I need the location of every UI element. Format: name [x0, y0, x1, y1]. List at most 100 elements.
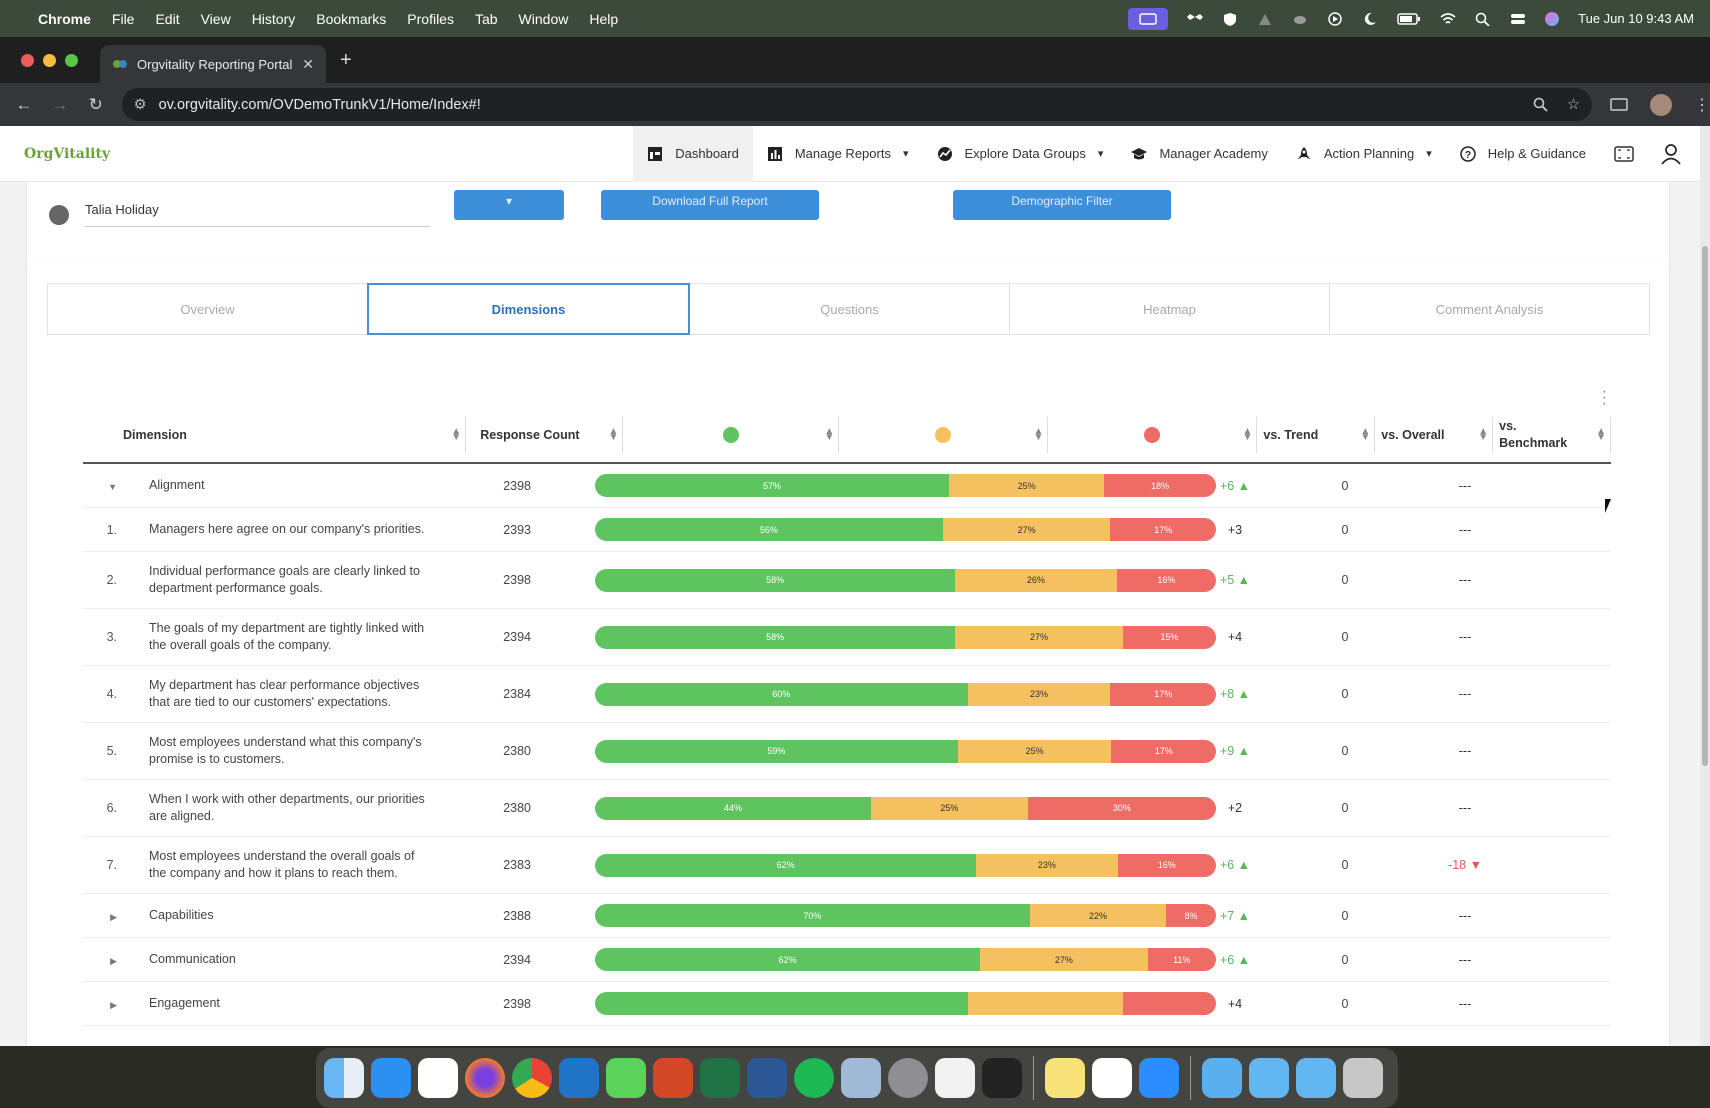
caret-down-icon[interactable]: ▼ [108, 482, 117, 492]
sort-icon[interactable]: ▲ ▼ [451, 427, 461, 443]
header-vs-benchmark[interactable]: vs. Benchmark ▲ ▼ [1493, 417, 1611, 453]
nav-explore-data-groups[interactable]: Explore Data Groups ▾ [923, 126, 1118, 182]
caret-right-icon[interactable]: ▶ [110, 1000, 117, 1010]
messages-icon[interactable] [606, 1058, 646, 1098]
dimension-group-row[interactable]: ▶ Capabilities 2388 70% 22% 8% +7 ▲ 0 --… [83, 894, 1611, 938]
spotlight-search-icon[interactable] [1475, 12, 1491, 26]
dropbox-icon[interactable] [1187, 12, 1204, 26]
cast-icon[interactable] [1610, 97, 1628, 113]
question-row[interactable]: 1. Managers here agree on our company's … [83, 508, 1611, 552]
finder-icon[interactable] [324, 1058, 364, 1098]
header-dimension[interactable]: Dimension ▲ ▼ [83, 417, 467, 453]
menu-view[interactable]: View [201, 11, 231, 27]
notes-icon[interactable] [1045, 1058, 1085, 1098]
outlook-icon[interactable] [559, 1058, 599, 1098]
screen-share-icon[interactable] [1128, 7, 1169, 30]
spotify-icon[interactable] [794, 1058, 834, 1098]
profile-avatar[interactable] [1650, 93, 1673, 116]
user-name-field[interactable]: Talia Holiday [85, 202, 430, 227]
reload-icon[interactable]: ↻ [78, 95, 114, 115]
system-settings-icon[interactable] [888, 1058, 928, 1098]
sort-icon[interactable]: ▲ ▼ [1596, 427, 1606, 443]
sort-icon[interactable]: ▲ ▼ [1478, 427, 1488, 443]
minimize-window-button[interactable] [43, 53, 56, 67]
sort-icon[interactable]: ▲ ▼ [1360, 427, 1370, 443]
preview-icon[interactable] [841, 1058, 881, 1098]
menu-profiles[interactable]: Profiles [407, 11, 454, 27]
menu-history[interactable]: History [252, 11, 296, 27]
url-text[interactable]: ov.orgvitality.com/OVDemoTrunkV1/Home/In… [159, 97, 481, 113]
zoom-window-button[interactable] [65, 53, 78, 67]
menu-file[interactable]: File [112, 11, 135, 27]
question-row[interactable]: 2. Individual performance goals are clea… [83, 552, 1611, 609]
cloud-icon[interactable] [1292, 12, 1308, 26]
terminal-app-icon[interactable] [982, 1058, 1022, 1098]
shield-icon[interactable] [1222, 12, 1238, 26]
header-unfavorable[interactable]: ▲ ▼ [1048, 417, 1258, 453]
dimension-group-row[interactable]: ▶ Communication 2394 62% 27% 11% +6 ▲ 0 … [83, 938, 1611, 982]
menu-edit[interactable]: Edit [155, 11, 179, 27]
download-full-report-button[interactable]: Download Full Report [601, 190, 819, 220]
header-response-count[interactable]: Response Count ▲ ▼ [466, 417, 624, 453]
slack-icon[interactable] [1092, 1058, 1132, 1098]
browser-menu-icon[interactable]: ⋮ [1694, 95, 1710, 115]
dimension-group-row[interactable]: ▶ Engagement 2398 +4 0 --- [83, 982, 1611, 1026]
close-tab-icon[interactable]: ✕ [302, 56, 314, 73]
site-settings-icon[interactable]: ⚙ [134, 97, 147, 113]
menu-bookmarks[interactable]: Bookmarks [316, 11, 386, 27]
caret-right-icon[interactable]: ▶ [110, 912, 117, 922]
nav-help-guidance[interactable]: ? Help & Guidance [1446, 126, 1600, 182]
header-favorable[interactable]: ▲ ▼ [623, 417, 840, 453]
menu-app-name[interactable]: Chrome [38, 11, 91, 27]
menu-help[interactable]: Help [589, 11, 618, 27]
question-row[interactable]: 5. Most employees understand what this c… [83, 723, 1611, 780]
question-row[interactable]: 3. The goals of my department are tightl… [83, 609, 1611, 666]
freeform-icon[interactable] [935, 1058, 975, 1098]
new-tab-icon[interactable]: + [340, 49, 352, 72]
nav-dashboard[interactable]: Dashboard [633, 126, 753, 182]
triangle-icon[interactable] [1257, 12, 1273, 26]
header-neutral[interactable]: ▲ ▼ [839, 417, 1049, 453]
word-icon[interactable] [747, 1058, 787, 1098]
powerpoint-icon[interactable] [653, 1058, 693, 1098]
dimension-group-row[interactable]: ▼ Alignment 2398 57% 25% 18% +6 ▲ 0 --- [83, 464, 1611, 508]
header-vs-overall[interactable]: vs. Overall ▲ ▼ [1375, 417, 1494, 453]
zoom-icon[interactable] [1139, 1058, 1179, 1098]
question-row[interactable]: 7. Most employees understand the overall… [83, 837, 1611, 894]
folder-icon[interactable] [1249, 1058, 1289, 1098]
header-vs-trend[interactable]: vs. Trend ▲ ▼ [1257, 417, 1376, 453]
scope-dropdown-button[interactable]: ▾ [454, 190, 564, 220]
menu-tab[interactable]: Tab [475, 11, 498, 27]
back-arrow-icon[interactable]: ← [6, 95, 42, 115]
user-account-icon[interactable] [1660, 143, 1682, 165]
tab-overview[interactable]: Overview [47, 283, 368, 335]
app-store-icon[interactable] [371, 1058, 411, 1098]
tab-comment-analysis[interactable]: Comment Analysis [1329, 283, 1650, 335]
scrollbar-thumb[interactable] [1702, 246, 1708, 766]
folder-icon[interactable] [1296, 1058, 1336, 1098]
siri-icon[interactable] [1545, 11, 1560, 26]
bookmark-star-icon[interactable]: ☆ [1567, 97, 1580, 113]
nav-manager-academy[interactable]: Manager Academy [1117, 126, 1281, 182]
tab-dimensions[interactable]: Dimensions [367, 283, 690, 335]
demographic-filter-button[interactable]: Demographic Filter [953, 190, 1171, 220]
zoom-icon[interactable] [1533, 97, 1549, 113]
user-selector[interactable]: Talia Holiday [49, 202, 430, 227]
nav-action-planning[interactable]: Action Planning ▾ [1282, 126, 1446, 182]
battery-icon[interactable] [1397, 12, 1421, 26]
forward-arrow-icon[interactable]: → [42, 95, 78, 115]
control-center-icon[interactable] [1510, 12, 1526, 26]
downloads-folder-icon[interactable] [1202, 1058, 1242, 1098]
address-bar[interactable]: ⚙ ov.orgvitality.com/OVDemoTrunkV1/Home/… [121, 88, 1593, 121]
sort-icon[interactable]: ▲ ▼ [1242, 427, 1252, 443]
close-window-button[interactable] [21, 53, 34, 67]
browser-tab-active[interactable]: Orgvitality Reporting Portal ✕ [100, 45, 326, 83]
play-circle-icon[interactable] [1327, 11, 1343, 26]
menu-window[interactable]: Window [519, 11, 569, 27]
sort-icon[interactable]: ▲ ▼ [609, 427, 619, 443]
orgvitality-logo[interactable]: OrgVitality [24, 146, 110, 162]
question-row[interactable]: 4. My department has clear performance o… [83, 666, 1611, 723]
wifi-icon[interactable] [1440, 12, 1456, 26]
moon-icon[interactable] [1362, 12, 1378, 26]
tab-questions[interactable]: Questions [689, 283, 1010, 335]
